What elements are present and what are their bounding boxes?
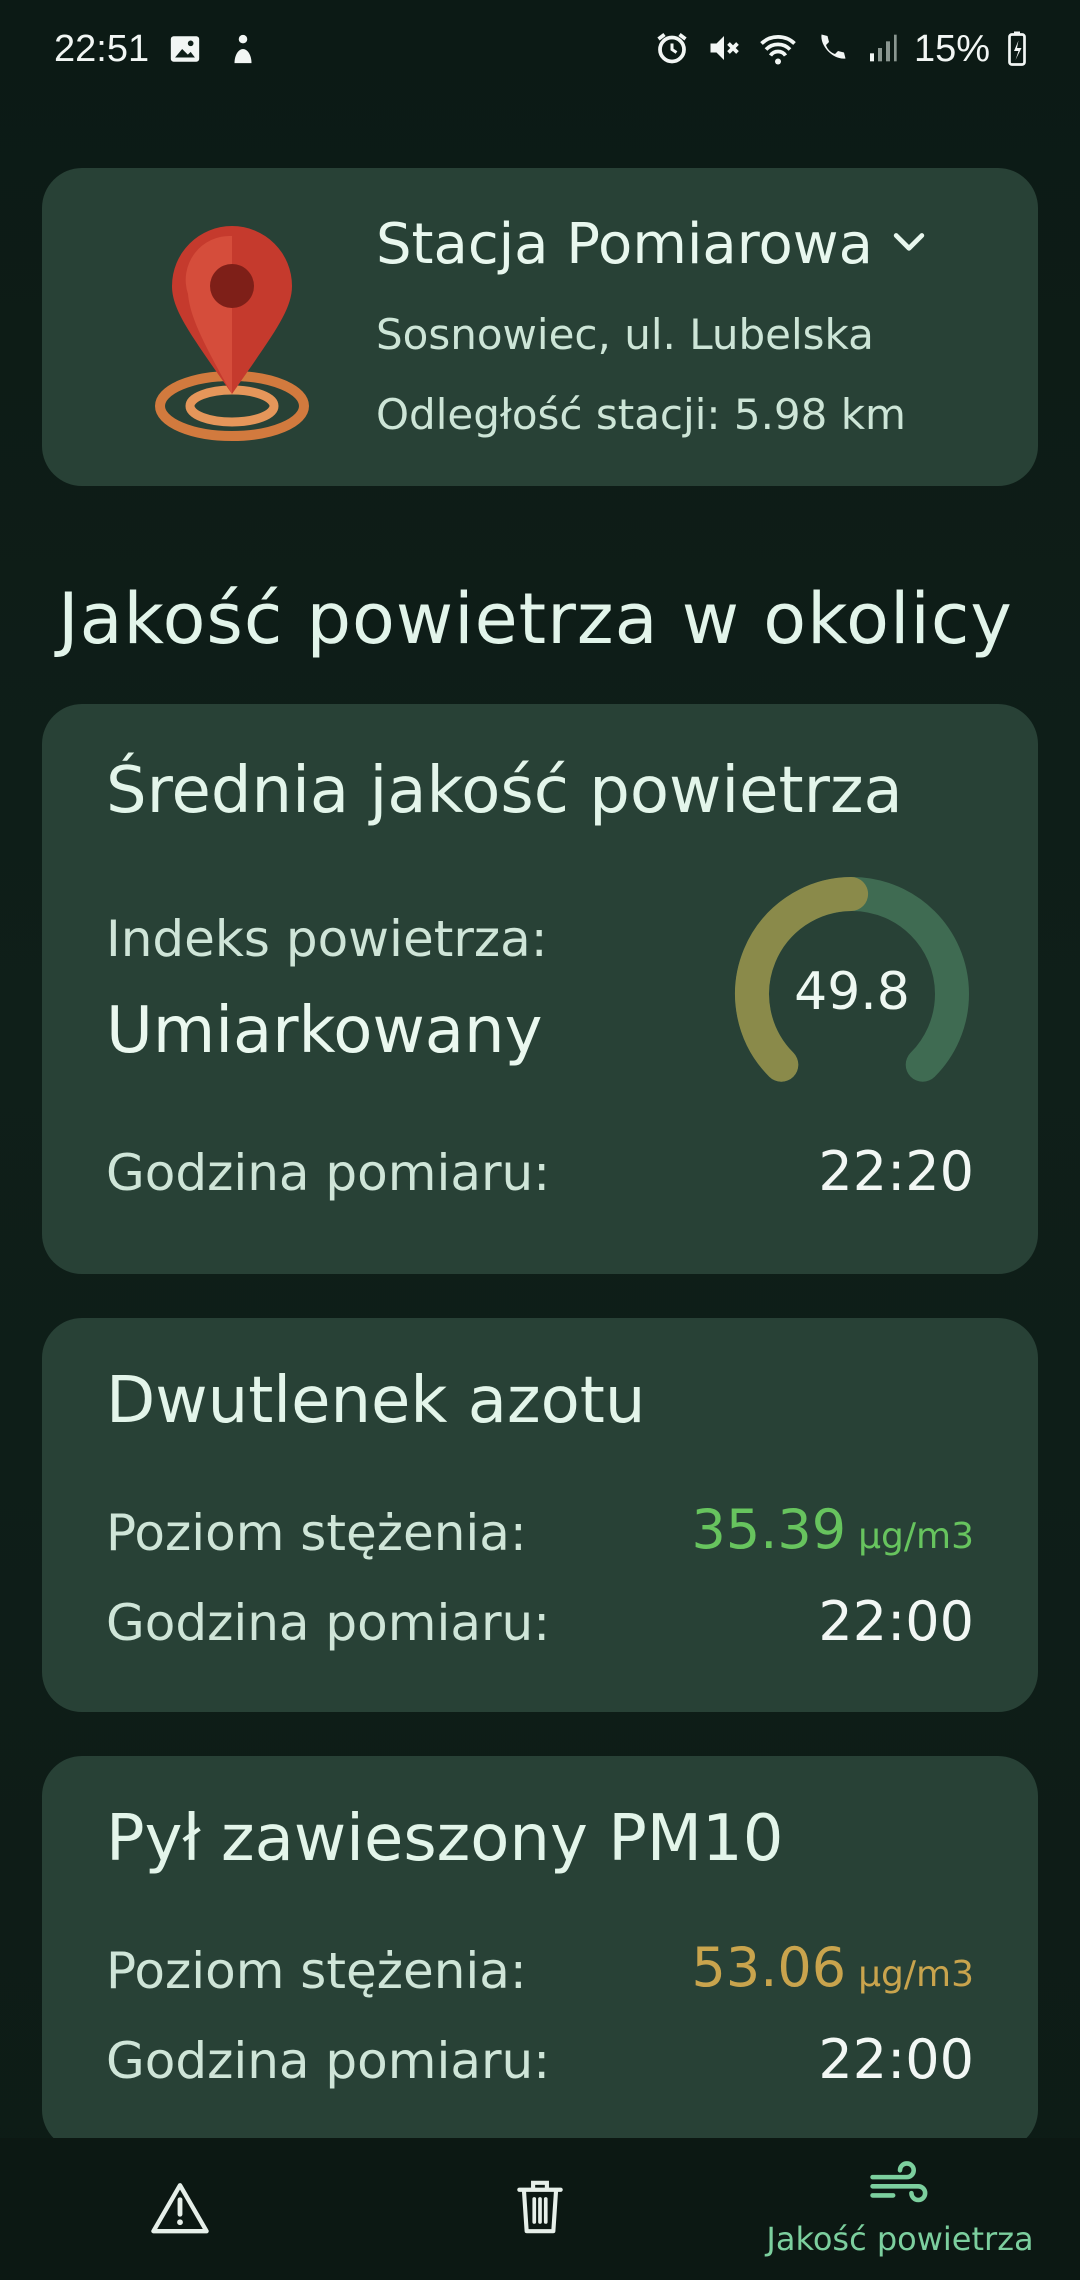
status-time: 22:51: [54, 28, 150, 70]
status-bar: 22:51 15%: [0, 0, 1080, 100]
card-title: Średnia jakość powietrza: [106, 754, 903, 828]
concentration-unit: µg/m3: [858, 1516, 974, 1557]
nav-air-quality[interactable]: Jakość powietrza: [760, 2138, 1040, 2280]
time-value: 22:00: [818, 2028, 974, 2091]
gallery-notification-icon: [168, 32, 202, 70]
pm10-card: Pył zawieszony PM10 Poziom stężenia: 53.…: [42, 1756, 1038, 2150]
battery-charging-icon: [1006, 30, 1028, 70]
trash-icon: [517, 2178, 563, 2240]
wifi-calling-icon: [814, 30, 850, 70]
time-label: Godzina pomiaru:: [106, 1594, 551, 1652]
concentration-label: Poziom stężenia:: [106, 1504, 527, 1562]
bottom-navigation: Jakość powietrza: [0, 2138, 1080, 2280]
average-air-quality-card: Średnia jakość powietrza Indeks powietrz…: [42, 704, 1038, 1274]
concentration-value: 35.39: [691, 1498, 847, 1561]
station-selector[interactable]: Stacja Pomiarowa: [376, 212, 931, 277]
signal-icon: [866, 32, 898, 68]
time-label: Godzina pomiaru:: [106, 1144, 551, 1202]
gauge-value: 49.8: [794, 962, 910, 1022]
station-title: Stacja Pomiarowa: [376, 212, 873, 277]
wind-icon: [868, 2160, 932, 2212]
location-pin-icon: [132, 216, 332, 446]
card-title: Pył zawieszony PM10: [106, 1802, 784, 1876]
station-distance: Odległość stacji: 5.98 km: [376, 390, 906, 439]
concentration-label: Poziom stężenia:: [106, 1942, 527, 2000]
index-label: Indeks powietrza:: [106, 910, 548, 968]
alert-triangle-icon: [151, 2180, 209, 2238]
station-address: Sosnowiec, ul. Lubelska: [376, 310, 874, 359]
mute-icon: [706, 30, 742, 70]
time-label: Godzina pomiaru:: [106, 2032, 551, 2090]
time-value: 22:00: [818, 1590, 974, 1653]
nav-delete[interactable]: [470, 2138, 610, 2280]
card-title: Dwutlenek azotu: [106, 1364, 646, 1438]
concentration-unit: µg/m3: [858, 1954, 974, 1995]
concentration-value: 53.06: [691, 1936, 847, 1999]
chevron-down-icon: [887, 212, 931, 277]
concentration: 53.06 µg/m3: [692, 1936, 974, 1999]
wifi-icon: [758, 30, 798, 70]
nav-label-air-quality: Jakość powietrza: [766, 2220, 1034, 2258]
station-card[interactable]: Stacja Pomiarowa Sosnowiec, ul. Lubelska…: [42, 168, 1038, 486]
battery-percent: 15%: [913, 28, 990, 70]
alarm-icon: [654, 30, 690, 70]
air-index-gauge: 49.8: [702, 874, 1002, 1104]
nav-alerts[interactable]: [110, 2138, 250, 2280]
no2-card: Dwutlenek azotu Poziom stężenia: 35.39 µ…: [42, 1318, 1038, 1712]
index-value: Umiarkowany: [106, 994, 543, 1068]
time-value: 22:20: [818, 1140, 974, 1203]
section-title: Jakość powietrza w okolicy: [58, 578, 1013, 660]
concentration: 35.39 µg/m3: [692, 1498, 974, 1561]
accessibility-notification-icon: [226, 32, 260, 70]
